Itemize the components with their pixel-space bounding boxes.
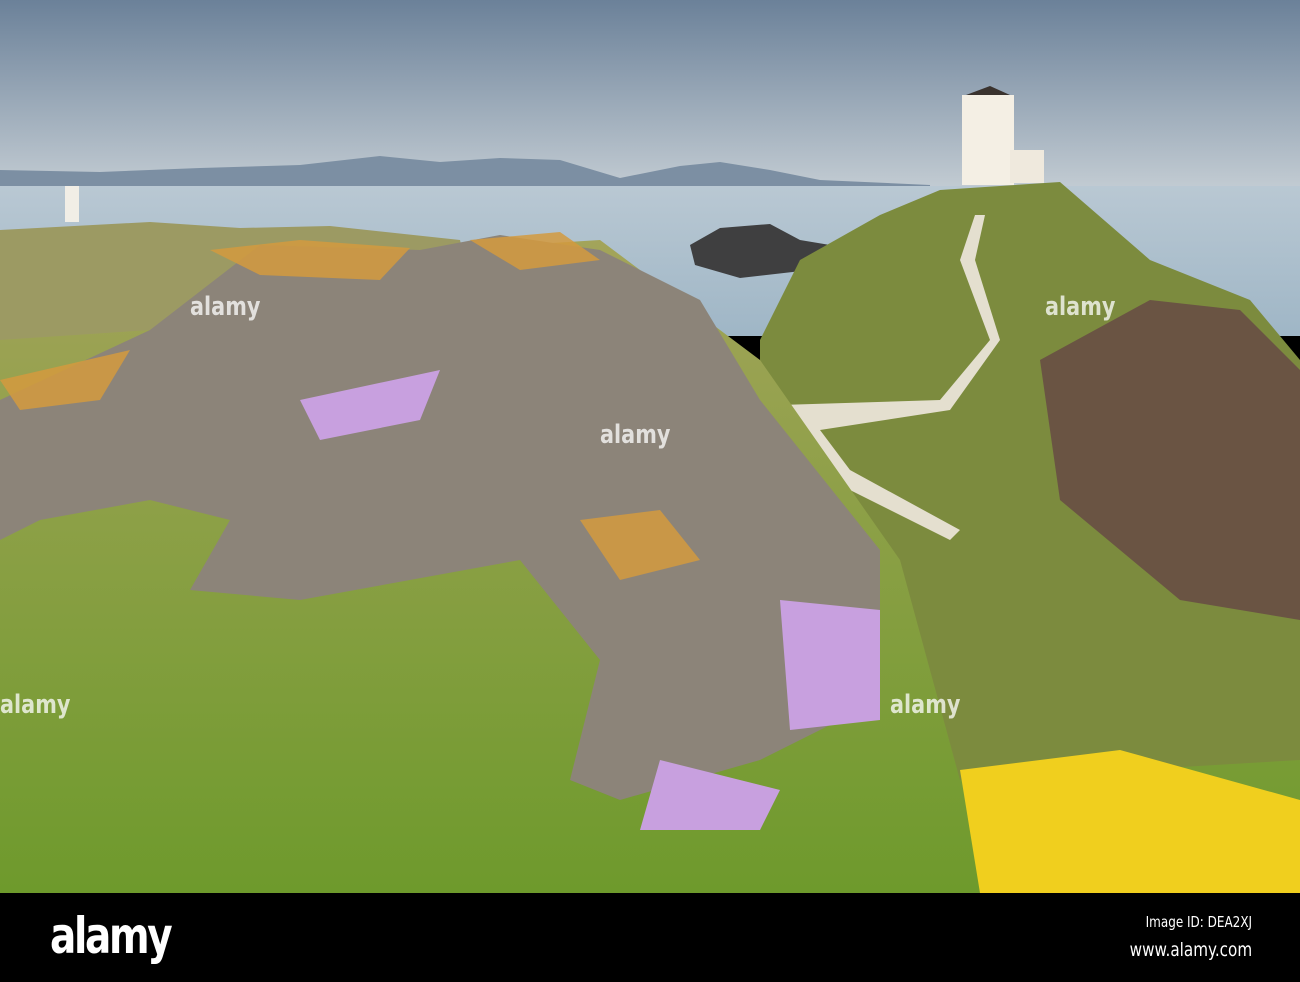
- footer-bar: alamy Image ID: DEA2XJ www.alamy.com: [0, 893, 1300, 982]
- watermark: alamy: [600, 420, 671, 450]
- lighthouse-annex: [1010, 150, 1044, 183]
- sky: [0, 0, 1300, 190]
- watermark: alamy: [1045, 292, 1116, 322]
- stock-photo-page: alamy alamy alamy alamy alamy alamy Imag…: [0, 0, 1300, 982]
- alamy-logo: alamy: [50, 907, 173, 965]
- watermark: alamy: [190, 292, 261, 322]
- beacon-left: [65, 186, 79, 222]
- lighthouse-tower: [962, 95, 1014, 185]
- watermark: alamy: [0, 690, 71, 720]
- image-id: Image ID: DEA2XJ: [1145, 913, 1252, 931]
- site-url: www.alamy.com: [1129, 939, 1252, 961]
- watermark: alamy: [890, 690, 961, 720]
